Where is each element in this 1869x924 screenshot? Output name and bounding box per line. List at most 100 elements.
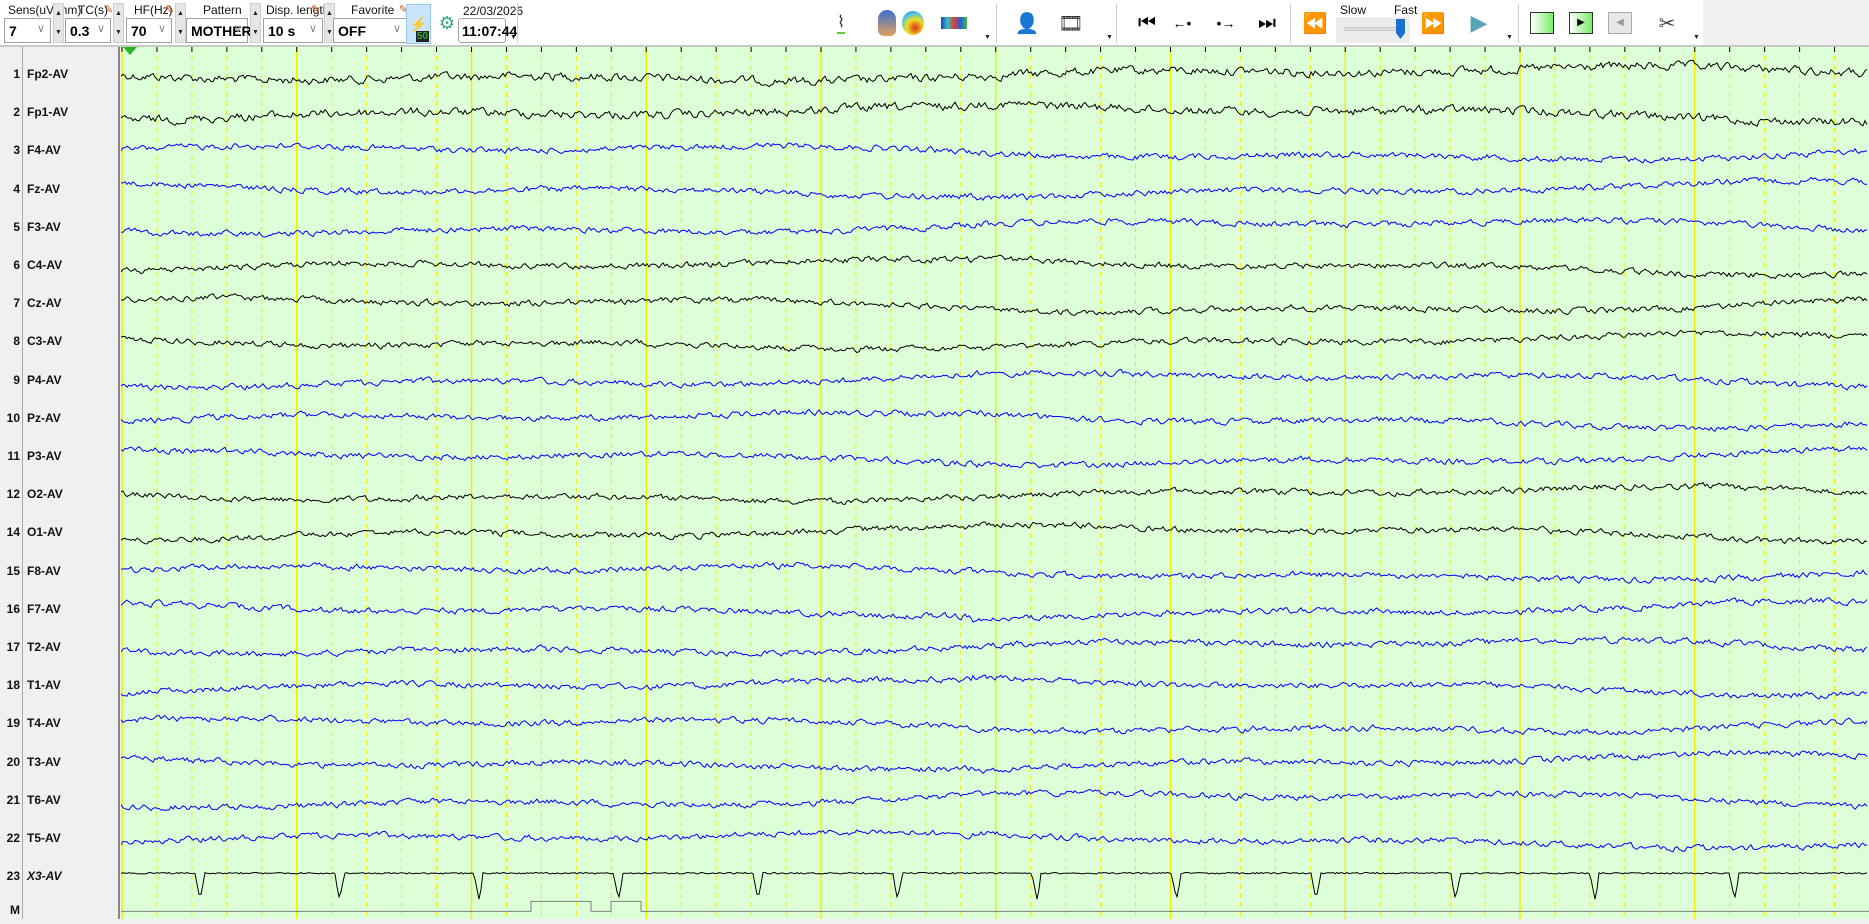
channel-name: F3-AV [27, 219, 61, 234]
channel-number: 8 [13, 334, 20, 349]
chevron-down-icon: ∨ [308, 23, 317, 35]
channel-label[interactable]: 16 F7-AV [0, 602, 118, 618]
channel-label[interactable]: 3 F4-AV [0, 143, 118, 159]
channel-name: Fp1-AV [27, 105, 69, 120]
channel-name: X3-AV [27, 869, 62, 884]
pencil-icon[interactable]: ✎ [104, 3, 113, 16]
patient-info-button[interactable]: 👤 [1012, 6, 1042, 40]
marker-label: M [10, 903, 20, 918]
channel-label[interactable]: 2 Fp1-AV [0, 105, 118, 121]
head-gear-icon: ⚙ [438, 12, 456, 33]
channel-label[interactable]: 22 T5-AV [0, 831, 118, 847]
step-forward-button[interactable]: •→ [1211, 6, 1241, 40]
speed-slider[interactable] [1336, 17, 1410, 43]
pencil-icon[interactable]: ✎ [311, 3, 320, 16]
pattern-spinner[interactable]: ▲ ▼ [250, 3, 261, 43]
clip-edit-button[interactable]: ✂ [1652, 6, 1682, 40]
play-button[interactable]: ▶ [1464, 6, 1494, 40]
tc-spinner[interactable]: ▲ ▼ [113, 3, 124, 43]
waveform-view-button[interactable] [1527, 6, 1557, 40]
chevron-down-icon: ∨ [392, 23, 401, 35]
filter-wave-icon: ⚡ [409, 15, 428, 32]
artifact-filter-button[interactable]: ⚡ 50 [406, 4, 431, 44]
channel-trace [120, 368, 1868, 391]
spectrogram-button[interactable] [939, 6, 969, 40]
waveform-cursor-button[interactable]: ⌇ [826, 6, 856, 40]
prev-page-button[interactable]: ◀ [1605, 6, 1635, 40]
video-icon: 🎞 [1058, 12, 1084, 35]
pattern-select[interactable]: MOTHER ∨ [186, 18, 252, 43]
channel-number: 9 [13, 372, 20, 387]
go-end-button[interactable]: ⏭ [1252, 6, 1282, 40]
dropdown-arrow-icon[interactable]: ▼ [984, 34, 991, 41]
channel-name: P3-AV [27, 449, 62, 463]
channel-label-panel: 1 Fp2-AV 2 Fp1-AV 3 F4-AV 4 Fz-AV 5 F3-AV 6 C4-AV 7 C… [0, 47, 120, 919]
fast-forward-button[interactable]: ⏩ [1418, 6, 1448, 40]
disp-length-select[interactable]: 10 s ∨ [263, 18, 323, 43]
channel-label[interactable]: 4 Fz-AV [0, 182, 118, 198]
channel-trace [120, 408, 1868, 433]
speed-slider-thumb[interactable] [1396, 19, 1405, 39]
channel-trace [120, 597, 1868, 623]
channel-label[interactable]: 20 T3-AV [0, 755, 118, 771]
channel-label[interactable]: 10 Pz-AV [0, 411, 118, 427]
sens-spinner[interactable]: ▲ ▼ [53, 3, 64, 43]
channel-name: T2-AV [27, 640, 61, 654]
channel-label[interactable]: 21 T6-AV [0, 793, 118, 809]
channel-label[interactable]: 12 O2-AV [0, 487, 118, 503]
channel-label[interactable]: 1 Fp2-AV [0, 67, 118, 83]
dropdown-arrow-icon[interactable]: ▼ [1693, 34, 1700, 41]
channel-number: 15 [6, 563, 20, 578]
channel-label[interactable]: 18 T1-AV [0, 678, 118, 694]
channel-label[interactable]: 17 T2-AV [0, 640, 118, 656]
video-button[interactable]: 🎞 [1056, 6, 1086, 40]
channel-number: 3 [13, 143, 20, 158]
favorite-label: Favorite [351, 3, 395, 17]
speed-slow-label: Slow [1340, 3, 1367, 17]
filter-badge: 50 [415, 31, 429, 42]
channel-number: 11 [7, 449, 20, 463]
time-value: 11:07:44 [462, 23, 518, 39]
channel-name: T6-AV [27, 792, 61, 807]
channel-label[interactable]: 9 P4-AV [0, 373, 118, 389]
dropdown-arrow-icon[interactable]: ▼ [1106, 34, 1113, 41]
step-back-icon: ←• [1172, 15, 1192, 31]
time-field[interactable]: 11:07:44 [458, 18, 517, 43]
waveform-cursor-icon: ⌇ [837, 12, 845, 34]
sens-select[interactable]: 7 ∨ [4, 18, 51, 43]
channel-number: 10 [6, 410, 20, 425]
channel-label[interactable]: 15 F8-AV [0, 564, 118, 580]
channel-trace [120, 871, 1868, 900]
rewind-button[interactable]: ⏪ [1300, 6, 1330, 40]
channel-label[interactable]: 11 P3-AV [0, 449, 118, 465]
hf-spinner[interactable]: ▲ ▼ [175, 3, 186, 43]
step-forward-icon: •→ [1216, 15, 1236, 31]
head-3d-icon [878, 10, 896, 36]
channel-label[interactable]: 6 C4-AV [0, 258, 118, 274]
date-text: 22/03/2026 [463, 4, 524, 18]
channel-name: Fz-AV [27, 181, 61, 196]
go-start-button[interactable]: ⏮ [1132, 6, 1162, 40]
channel-label[interactable]: 8 C3-AV [0, 334, 118, 350]
channel-label[interactable]: 5 F3-AV [0, 220, 118, 236]
channel-name: O2-AV [27, 487, 63, 502]
hf-select[interactable]: 70 ∨ [126, 18, 172, 43]
channel-trace [120, 293, 1868, 316]
next-page-button[interactable]: ▶ [1566, 6, 1596, 40]
dropdown-arrow-icon[interactable]: ▼ [1506, 34, 1513, 41]
toolbar: Sens(uV/mm) 7 ∨ ▲ ▼ TC(s) ✎ 0.3 ∨ ▲ ▼ HF(Hz)… [0, 0, 1869, 47]
eeg-trace-area[interactable] [120, 47, 1869, 919]
tc-select[interactable]: 0.3 ∨ [65, 18, 111, 43]
channel-label[interactable]: 23 X3-AV [0, 869, 118, 885]
step-back-button[interactable]: ←• [1167, 6, 1197, 40]
channel-label[interactable]: 7 Cz-AV [0, 296, 118, 312]
favorite-select[interactable]: OFF ∨ [333, 18, 407, 43]
channel-number: 16 [6, 601, 20, 616]
pencil-icon[interactable]: ✎ [165, 3, 174, 16]
dropdown-arrow-icon[interactable]: ▼ [510, 34, 517, 41]
channel-label[interactable]: 14 O1-AV [0, 525, 118, 541]
topography-button[interactable] [898, 6, 928, 40]
channel-trace [120, 829, 1868, 853]
channel-name: F4-AV [27, 143, 61, 158]
channel-label[interactable]: 19 T4-AV [0, 716, 118, 732]
